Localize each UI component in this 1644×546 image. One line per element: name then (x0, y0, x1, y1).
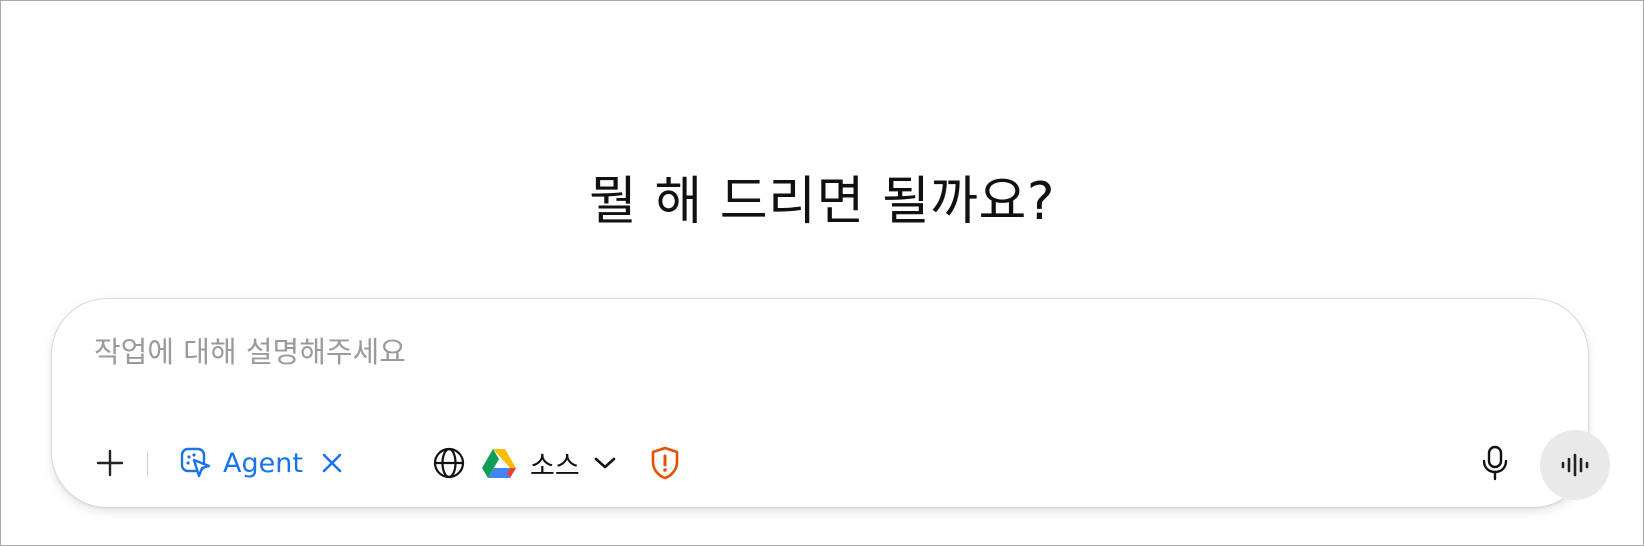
agent-label: Agent (223, 447, 303, 479)
shield-alert-icon (651, 446, 679, 480)
google-drive-button[interactable] (480, 444, 518, 482)
chevron-down-icon (594, 457, 615, 469)
close-icon (322, 453, 342, 473)
plus-icon (96, 449, 124, 477)
agent-cursor-icon (180, 447, 211, 478)
voice-mode-button[interactable] (1540, 430, 1610, 500)
remove-agent-button[interactable] (321, 452, 343, 474)
composer-toolbar: Agent 소스 (52, 430, 1610, 500)
prompt-composer: Agent (51, 298, 1610, 508)
web-search-button[interactable] (430, 444, 468, 482)
sources-dropdown[interactable]: 소스 (530, 440, 616, 486)
add-button[interactable] (92, 445, 128, 481)
prompt-input[interactable] (94, 335, 1394, 369)
microphone-button[interactable] (1476, 444, 1514, 482)
app-window: 뭘 해 드리면 될까요? Agent (0, 0, 1644, 546)
agent-chip[interactable]: Agent (179, 440, 343, 486)
toolbar-divider (147, 451, 148, 477)
sources-label: 소스 (530, 450, 580, 482)
page-title: 뭘 해 드리면 될까요? (589, 172, 1055, 232)
google-drive-icon (482, 449, 516, 478)
privacy-shield-button[interactable] (646, 444, 684, 482)
voice-waveform-icon (1561, 453, 1589, 477)
globe-icon (433, 447, 465, 479)
microphone-icon (1482, 445, 1508, 481)
